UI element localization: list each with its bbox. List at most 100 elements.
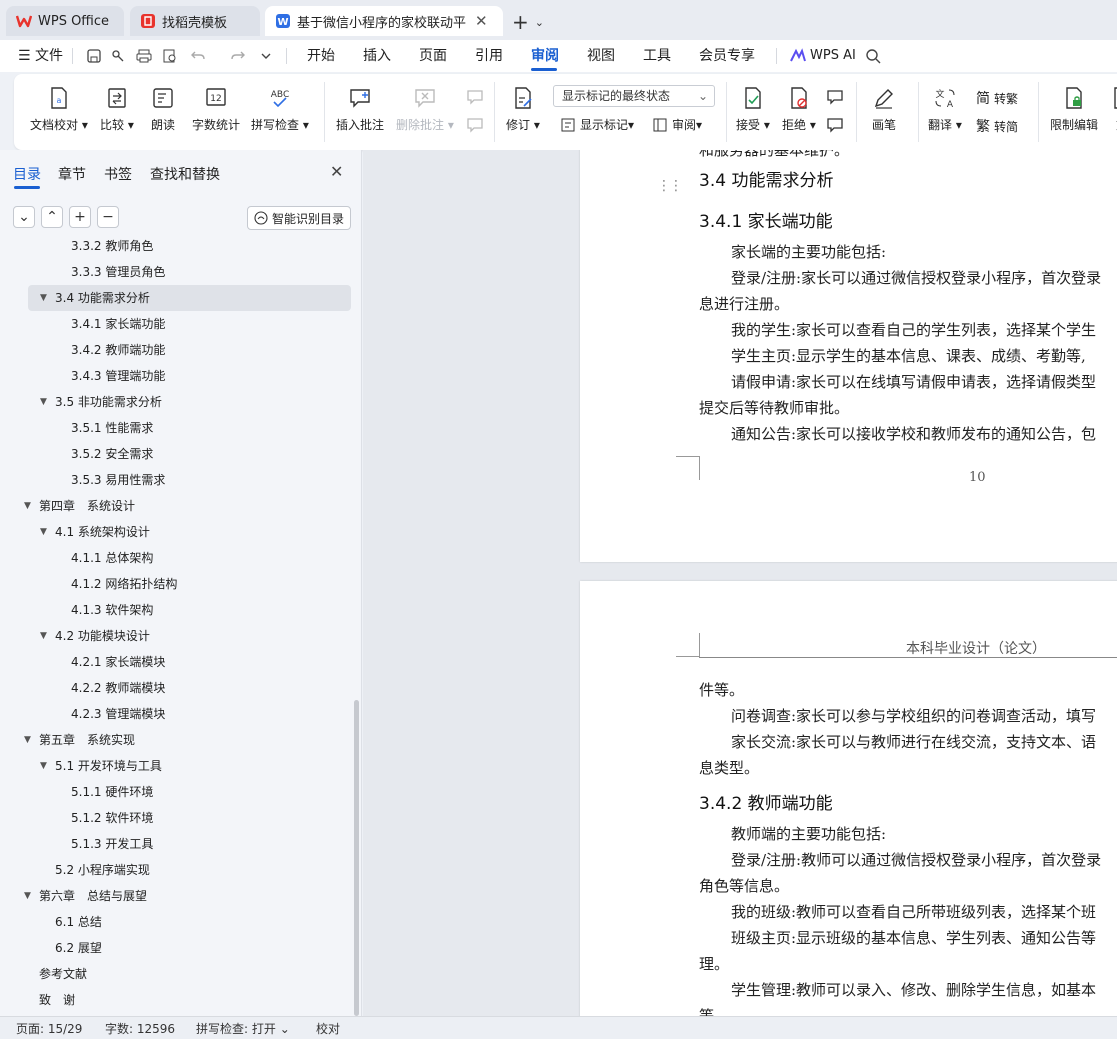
- menu-home[interactable]: 开始: [307, 40, 335, 72]
- new-tab-button[interactable]: + ⌄: [512, 10, 544, 34]
- compare-button[interactable]: 比较 ▾: [100, 86, 134, 133]
- insert-comment-button[interactable]: 插入批注: [336, 86, 384, 133]
- toc-item[interactable]: 致 谢: [0, 987, 354, 1013]
- to-traditional-button[interactable]: 简 转繁: [976, 88, 1018, 108]
- tab-document[interactable]: W 基于微信小程序的家校联动平台 ✕: [265, 6, 503, 36]
- expand-arrow-icon[interactable]: ▼: [40, 389, 47, 415]
- expand-arrow-icon[interactable]: ▼: [24, 883, 31, 909]
- menu-view[interactable]: 视图: [587, 40, 615, 72]
- search-icon[interactable]: [865, 48, 881, 64]
- toc-item[interactable]: 5.2 小程序端实现: [0, 857, 354, 883]
- menu-reference[interactable]: 引用: [475, 40, 503, 72]
- tab-bookmarks[interactable]: 书签: [104, 164, 132, 184]
- proofread-indicator[interactable]: 校对: [316, 1020, 340, 1037]
- nav-scrollbar[interactable]: [354, 700, 359, 1016]
- toc-item[interactable]: 5.1.3 开发工具: [0, 831, 354, 857]
- prev-comment-icon[interactable]: [466, 88, 484, 106]
- tab-toc[interactable]: 目录: [13, 164, 41, 184]
- expand-arrow-icon[interactable]: ▼: [24, 727, 31, 753]
- review-pane-button[interactable]: 审阅 ▾: [652, 116, 702, 133]
- chevron-down-icon[interactable]: [258, 48, 274, 64]
- remove-heading-button[interactable]: −: [97, 206, 119, 228]
- toc-item[interactable]: 3.4.2 教师端功能: [0, 337, 354, 363]
- wps-ai-button[interactable]: WPS AI: [810, 40, 856, 72]
- toc-item[interactable]: 3.4.3 管理端功能: [0, 363, 354, 389]
- toc-item[interactable]: 6.1 总结: [0, 909, 354, 935]
- page-indicator[interactable]: 页面: 15/29: [16, 1020, 82, 1037]
- word-count-button[interactable]: 12 字数统计: [192, 86, 240, 133]
- add-heading-button[interactable]: +: [69, 206, 91, 228]
- expand-arrow-icon[interactable]: ▼: [40, 753, 47, 779]
- word-count-indicator[interactable]: 字数: 12596: [105, 1020, 175, 1037]
- spell-check-button[interactable]: ABC 拼写检查 ▾: [251, 86, 309, 133]
- redo-icon[interactable]: [230, 48, 246, 64]
- expand-arrow-icon[interactable]: ▼: [40, 519, 47, 545]
- toc-item[interactable]: ▼ 4.2 功能模块设计: [0, 623, 354, 649]
- accept-button[interactable]: 接受 ▾: [736, 86, 770, 133]
- toc-item[interactable]: ▼ 3.5 非功能需求分析: [0, 389, 354, 415]
- menu-member[interactable]: 会员专享: [699, 40, 755, 72]
- show-markup-button[interactable]: 显示标记 ▾: [560, 116, 634, 133]
- toc-item[interactable]: ▼ 第五章 系统实现: [0, 727, 354, 753]
- toc-item[interactable]: 5.1.2 软件环境: [0, 805, 354, 831]
- toc-item[interactable]: 4.1.1 总体架构: [0, 545, 354, 571]
- close-icon[interactable]: ✕: [330, 162, 343, 181]
- menu-page[interactable]: 页面: [419, 40, 447, 72]
- read-aloud-button[interactable]: 朗读: [151, 86, 175, 133]
- tab-wps-office[interactable]: WPS Office: [6, 6, 124, 36]
- doc-check-button[interactable]: a 文档校对 ▾: [30, 86, 88, 133]
- toc-item[interactable]: ▼ 4.1 系统架构设计: [0, 519, 354, 545]
- print-icon[interactable]: [136, 48, 152, 64]
- toc-item[interactable]: 3.5.2 安全需求: [0, 441, 354, 467]
- toc-item[interactable]: 4.2.2 教师端模块: [0, 675, 354, 701]
- undo-icon[interactable]: [190, 48, 206, 64]
- ink-button[interactable]: 画笔: [872, 86, 896, 133]
- toc-item[interactable]: 3.5.3 易用性需求: [0, 467, 354, 493]
- track-changes-button[interactable]: 修订 ▾: [506, 86, 540, 133]
- toc-item[interactable]: 4.2.3 管理端模块: [0, 701, 354, 727]
- close-tab-icon[interactable]: ✕: [475, 12, 488, 30]
- translate-button[interactable]: 文A 翻译 ▾: [928, 86, 962, 133]
- delete-comment-button[interactable]: 删除批注 ▾: [396, 86, 454, 133]
- markup-state-select[interactable]: 显示标记的最终状态 ⌄: [553, 85, 715, 107]
- toc-item[interactable]: 3.3.3 管理员角色: [0, 259, 354, 285]
- toc-item[interactable]: 4.1.2 网络拓扑结构: [0, 571, 354, 597]
- toc-item[interactable]: ▼ 第四章 系统设计: [0, 493, 354, 519]
- svg-text:A: A: [947, 100, 954, 110]
- to-simplified-button[interactable]: 繁 转简: [976, 116, 1018, 136]
- toc-item[interactable]: ▼ 5.1 开发环境与工具: [0, 753, 354, 779]
- toc-item[interactable]: 5.1.1 硬件环境: [0, 779, 354, 805]
- toc-item[interactable]: 3.4.1 家长端功能: [0, 311, 354, 337]
- expand-arrow-icon[interactable]: ▼: [24, 493, 31, 519]
- smart-toc-button[interactable]: 智能识别目录: [247, 206, 351, 230]
- save-icon[interactable]: [86, 48, 102, 64]
- toc-item[interactable]: 3.3.2 教师角色: [0, 238, 354, 259]
- drag-handle-icon[interactable]: ⋮⋮: [657, 178, 683, 194]
- expand-arrow-icon[interactable]: ▼: [40, 623, 47, 649]
- menu-tools[interactable]: 工具: [643, 40, 671, 72]
- expand-arrow-icon[interactable]: ▼: [40, 285, 47, 311]
- toc-item[interactable]: 参考文献: [0, 961, 354, 987]
- share-icon[interactable]: [110, 48, 126, 64]
- toc-item[interactable]: 3.5.1 性能需求: [0, 415, 354, 441]
- tab-find-replace[interactable]: 查找和替换: [150, 164, 220, 184]
- menu-insert[interactable]: 插入: [363, 40, 391, 72]
- restrict-edit-button[interactable]: 限制编辑: [1050, 86, 1098, 133]
- toc-item[interactable]: 4.2.1 家长端模块: [0, 649, 354, 675]
- spell-check-indicator[interactable]: 拼写检查: 打开 ⌄: [196, 1020, 290, 1037]
- toc-item[interactable]: ▼ 第六章 总结与展望: [0, 883, 354, 909]
- reject-button[interactable]: 拒绝 ▾: [782, 86, 816, 133]
- tab-sections[interactable]: 章节: [58, 164, 86, 184]
- tab-docer-templates[interactable]: 找稻壳模板: [130, 6, 260, 36]
- next-change-icon[interactable]: [826, 116, 844, 134]
- file-menu[interactable]: ☰ 文件: [18, 40, 63, 72]
- toc-item[interactable]: 6.2 展望: [0, 935, 354, 961]
- prev-change-icon[interactable]: [826, 88, 844, 106]
- expand-up-button[interactable]: ⌃: [41, 206, 63, 228]
- toc-item[interactable]: ▼ 3.4 功能需求分析: [28, 285, 351, 311]
- collapse-all-button[interactable]: ⌄: [13, 206, 35, 228]
- more-ribbon-button[interactable]: 文: [1110, 86, 1117, 133]
- next-comment-icon[interactable]: [466, 116, 484, 134]
- toc-item[interactable]: 4.1.3 软件架构: [0, 597, 354, 623]
- print-preview-icon[interactable]: [162, 48, 178, 64]
